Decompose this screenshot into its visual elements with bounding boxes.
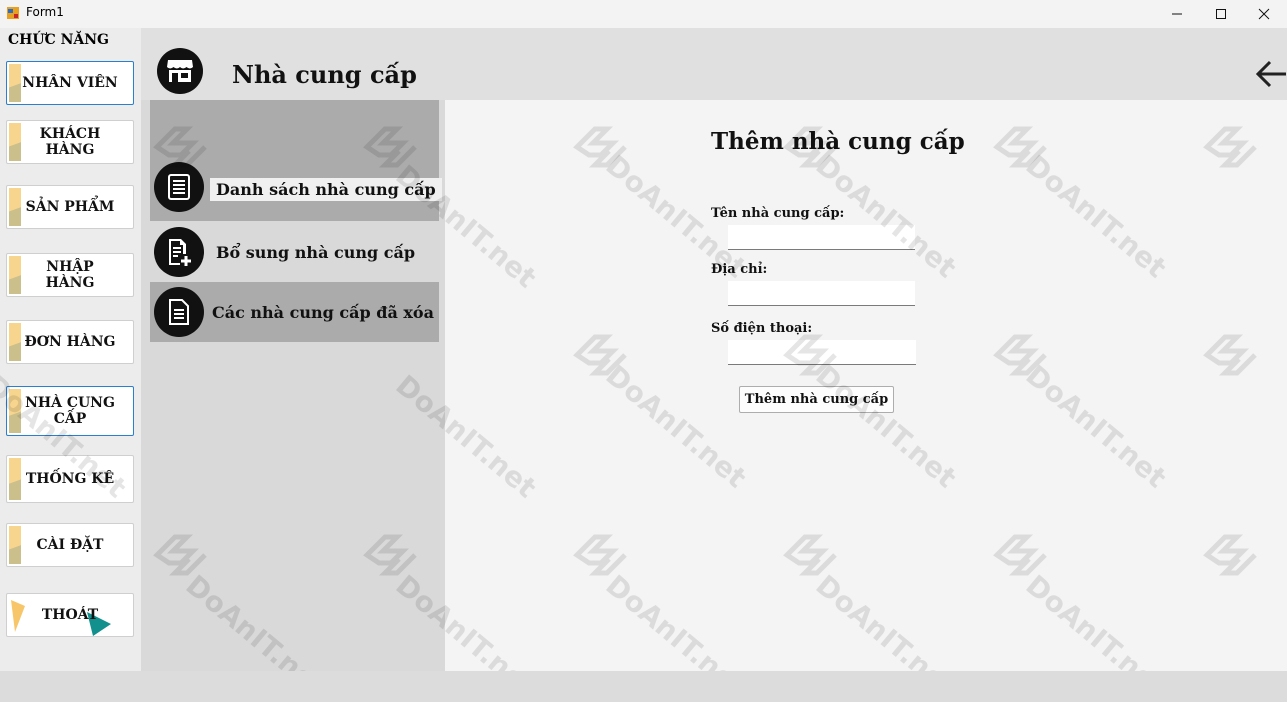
app-window: Form1 CHỨC NĂNG NHÂN VIÊN KHÁCH HÀNG SẢN… [0, 0, 1287, 702]
address-input[interactable] [728, 281, 915, 306]
menu-button-label: NHÂN VIÊN [22, 75, 118, 91]
phone-input[interactable] [728, 340, 916, 365]
store-icon [157, 48, 203, 94]
menu-button-employees[interactable]: NHÂN VIÊN [6, 61, 134, 105]
document-glyph [169, 299, 189, 325]
submenu-item-label: Danh sách nhà cung cấp [210, 178, 442, 201]
bottom-bar [0, 671, 1287, 702]
function-menu: CHỨC NĂNG NHÂN VIÊN KHÁCH HÀNG SẢN PHẨM … [0, 28, 141, 671]
address-label: Địa chỉ: [711, 262, 768, 277]
add-supplier-panel: Thêm nhà cung cấp Tên nhà cung cấp: Địa … [445, 100, 1287, 671]
menu-title: CHỨC NĂNG [8, 32, 110, 48]
menu-button-customers[interactable]: KHÁCH HÀNG [6, 120, 134, 164]
add-supplier-button[interactable]: Thêm nhà cung cấp [739, 386, 894, 413]
submenu-item-label: Bổ sung nhà cung cấp [216, 243, 416, 262]
menu-button-label: THOÁT [41, 607, 99, 623]
menu-button-orders[interactable]: ĐƠN HÀNG [6, 320, 134, 364]
add-document-icon [154, 227, 204, 277]
list-document-icon [154, 162, 204, 212]
maximize-button[interactable] [1198, 0, 1244, 28]
page-header: Nhà cung cấp [141, 28, 1287, 100]
supplier-name-label: Tên nhà cung cấp: [711, 206, 845, 221]
menu-button-exit[interactable]: THOÁT [6, 593, 134, 637]
supplier-submenu: Danh sách nhà cung cấp Bổ sung nhà cung … [141, 100, 445, 671]
minimize-icon [1172, 13, 1182, 15]
menu-button-settings[interactable]: CÀI ĐẶT [6, 523, 134, 567]
menu-button-imports[interactable]: NHẬP HÀNG [6, 253, 134, 297]
minimize-button[interactable] [1154, 0, 1200, 28]
submenu-item-deleted-suppliers[interactable]: Các nhà cung cấp đã xóa [150, 282, 439, 342]
phone-label: Số điện thoại: [711, 321, 813, 336]
submenu-item-label: Các nhà cung cấp đã xóa [212, 303, 434, 322]
arrow-left-icon[interactable] [1255, 58, 1287, 90]
supplier-name-input[interactable] [728, 225, 915, 250]
button-stripe [9, 526, 21, 564]
menu-button-label: KHÁCH HÀNG [39, 126, 101, 158]
submenu-item-supplier-list[interactable]: Danh sách nhà cung cấp [150, 100, 442, 221]
menu-button-statistics[interactable]: THỐNG KÊ [6, 455, 134, 503]
close-icon [1258, 8, 1270, 20]
close-button[interactable] [1241, 0, 1287, 28]
menu-button-label: SẢN PHẨM [25, 199, 115, 215]
maximize-icon [1216, 9, 1226, 19]
menu-button-label: NHÀ CUNG CẤP [25, 395, 115, 427]
submenu-item-add-supplier[interactable]: Bổ sung nhà cung cấp [150, 221, 439, 282]
form-title: Thêm nhà cung cấp [711, 128, 965, 155]
menu-button-label: ĐƠN HÀNG [24, 334, 116, 350]
menu-button-label: THỐNG KÊ [25, 471, 115, 487]
add-document-glyph [169, 239, 191, 266]
window-title: Form1 [26, 5, 64, 19]
app-icon [7, 7, 19, 19]
menu-button-products[interactable]: SẢN PHẨM [6, 185, 134, 229]
page-title: Nhà cung cấp [232, 60, 417, 89]
menu-button-label: CÀI ĐẶT [36, 537, 104, 553]
store-glyph [167, 60, 193, 82]
title-bar: Form1 [0, 0, 1287, 28]
document-glyph [168, 174, 190, 200]
deleted-document-icon [154, 287, 204, 337]
menu-button-label: NHẬP HÀNG [45, 259, 95, 291]
menu-button-suppliers[interactable]: NHÀ CUNG CẤP [6, 386, 134, 436]
